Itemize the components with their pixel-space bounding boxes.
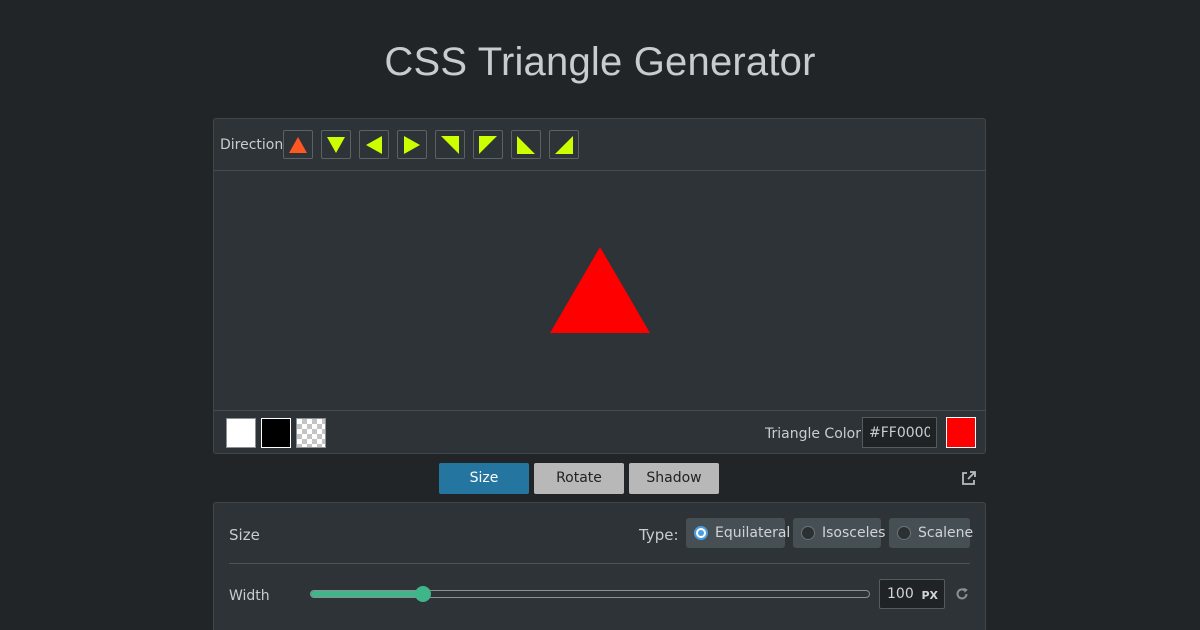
width-slider-handle[interactable] [414, 586, 431, 602]
type-scalene-option[interactable]: Scalene [889, 518, 974, 548]
direction-top-left-button[interactable] [473, 130, 503, 159]
background-black-swatch[interactable] [261, 418, 291, 448]
tab-shadow[interactable]: Shadow [629, 463, 719, 494]
triangle-down-icon [327, 137, 345, 153]
width-slider-fill [311, 591, 423, 597]
triangle-color-label: Triangle Color: [765, 426, 866, 442]
direction-down-button[interactable] [321, 130, 351, 159]
triangle-right-icon [404, 136, 420, 154]
radio-selected-icon [694, 526, 708, 540]
divider [229, 563, 970, 564]
type-option-label: Isosceles [822, 525, 886, 541]
direction-bottom-left-button[interactable] [511, 130, 541, 159]
width-number-input[interactable]: 100 PX [879, 579, 945, 609]
external-link-icon[interactable] [960, 470, 977, 487]
triangle-color-swatch[interactable] [946, 417, 976, 448]
radio-icon [801, 526, 815, 540]
tab-size[interactable]: Size [439, 463, 529, 494]
background-transparent-swatch[interactable] [296, 418, 326, 448]
preview-controls: Triangle Color: [214, 410, 985, 454]
width-value: 100 [887, 586, 914, 602]
width-label: Width [229, 588, 270, 604]
radio-icon [897, 526, 911, 540]
triangle-top-right-icon [441, 136, 459, 154]
direction-toolbar: Direction [214, 119, 985, 171]
tab-rotate[interactable]: Rotate [534, 463, 624, 494]
type-option-label: Scalene [918, 525, 974, 541]
direction-right-button[interactable] [397, 130, 427, 159]
triangle-shape [550, 247, 650, 333]
direction-left-button[interactable] [359, 130, 389, 159]
triangle-bottom-left-icon [517, 136, 535, 154]
background-white-swatch[interactable] [226, 418, 256, 448]
direction-up-button[interactable] [283, 130, 313, 159]
triangle-color-input[interactable] [862, 417, 937, 448]
reset-icon[interactable] [955, 587, 969, 601]
size-settings-panel: Size Type: Equilateral Isosceles Scalene… [213, 502, 986, 630]
triangle-up-icon [289, 137, 307, 153]
width-unit: PX [921, 589, 938, 602]
width-slider[interactable] [310, 586, 870, 602]
direction-top-right-button[interactable] [435, 130, 465, 159]
triangle-editor: Direction Triangle Color: #FF0000 [213, 118, 986, 454]
type-equilateral-option[interactable]: Equilateral [686, 518, 790, 548]
triangle-bottom-right-icon [555, 136, 573, 154]
page-title: CSS Triangle Generator [384, 40, 816, 84]
triangle-preview [214, 171, 985, 411]
direction-bottom-right-button[interactable] [549, 130, 579, 159]
direction-label: Direction [220, 137, 284, 153]
triangle-top-left-icon [479, 136, 497, 154]
type-option-label: Equilateral [715, 525, 791, 541]
type-label: Type: [639, 526, 679, 544]
settings-title: Size [229, 526, 260, 544]
triangle-left-icon [366, 136, 382, 154]
type-isosceles-option[interactable]: Isosceles [793, 518, 885, 548]
